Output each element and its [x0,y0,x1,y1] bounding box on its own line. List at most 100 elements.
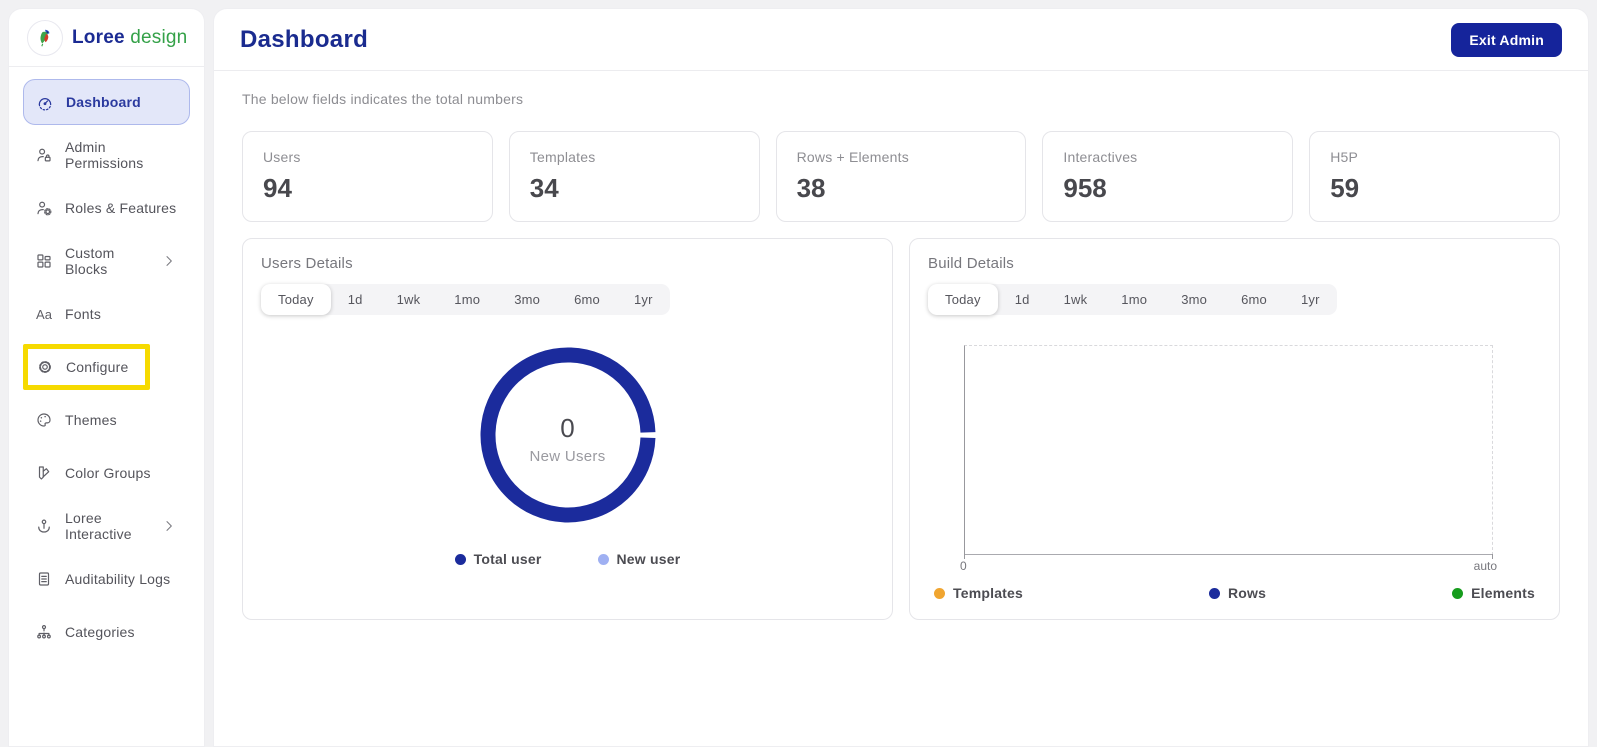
stat-card-users: Users 94 [242,131,493,222]
sidebar-item-categories[interactable]: Categories [23,609,190,655]
brand-header: Loree design [9,9,204,67]
users-details-card: Users Details Today 1d 1wk 1mo 3mo 6mo 1… [242,238,893,620]
sidebar-item-label: Categories [65,624,135,640]
interactive-icon [35,517,53,535]
sidebar-item-label: Color Groups [65,465,151,481]
build-details-card: Build Details Today 1d 1wk 1mo 3mo 6mo 1… [909,238,1560,620]
sidebar-item-label: Fonts [65,306,102,322]
legend-label: Templates [953,585,1024,601]
tab-1mo[interactable]: 1mo [437,284,497,315]
charts-row: Users Details Today 1d 1wk 1mo 3mo 6mo 1… [214,222,1588,620]
sidebar: Loree design Dashboard Admin Permissions… [8,8,205,747]
x-axis-label-max: auto [1473,559,1497,573]
tab-1d[interactable]: 1d [331,284,380,315]
tab-1yr[interactable]: 1yr [1284,284,1337,315]
stat-value: 958 [1063,173,1107,203]
templates-dot-icon [934,587,945,599]
fonts-icon: Aa [36,306,52,322]
elements-dot-icon [1452,587,1464,599]
users-details-tabbar: Today 1d 1wk 1mo 3mo 6mo 1yr [261,284,670,315]
stat-card-interactives: Interactives 958 [1042,131,1294,222]
sidebar-item-fonts[interactable]: Aa Fonts [23,291,190,337]
tab-today[interactable]: Today [928,284,998,315]
sidebar-item-configure[interactable]: Configure [23,344,150,390]
legend-label: New user [616,551,681,567]
sidebar-item-dashboard[interactable]: Dashboard [23,79,190,125]
sidebar-item-loree-interactive[interactable]: Loree Interactive [23,503,190,549]
tab-6mo[interactable]: 6mo [1224,284,1284,315]
stat-value: 59 [1330,173,1360,203]
users-legend: Total user New user [261,551,874,567]
swatches-icon [35,464,53,482]
main-panel: Dashboard Exit Admin The below fields in… [213,8,1589,747]
sidebar-item-admin-permissions[interactable]: Admin Permissions [23,132,190,178]
stat-label: Templates [529,149,596,165]
main-header: Dashboard Exit Admin [214,9,1588,71]
page-title: Dashboard [240,26,369,53]
tab-6mo[interactable]: 6mo [557,284,617,315]
build-chart-plot [964,345,1493,559]
tab-3mo[interactable]: 3mo [497,284,557,315]
sidebar-nav: Dashboard Admin Permissions Roles & Feat… [9,67,204,655]
tab-1wk[interactable]: 1wk [1047,284,1105,315]
x-axis-tick [964,554,965,559]
user-lock-icon [35,146,53,164]
stat-card-templates: Templates 34 [508,131,760,222]
sidebar-item-custom-blocks[interactable]: Custom Blocks [23,238,190,284]
sidebar-item-label: Loree Interactive [65,510,132,542]
legend-item-templates: Templates [934,585,1023,601]
stat-value: 94 [263,173,292,203]
x-axis-tick [1492,554,1493,559]
tab-1d[interactable]: 1d [998,284,1047,315]
x-axis-label-min: 0 [960,559,967,573]
stat-label: Interactives [1063,149,1138,165]
sidebar-item-auditability-logs[interactable]: Auditability Logs [23,556,190,602]
sidebar-item-label: Auditability Logs [65,571,171,587]
users-donut-chart: 0 New Users [261,341,874,529]
legend-label: Elements [1471,585,1535,601]
rows-dot-icon [1209,587,1220,599]
gear-icon [36,358,54,376]
sidebar-item-label: Admin Permissions [65,139,144,171]
build-chart-x-labels: 0 auto [960,559,1497,573]
legend-label: Rows [1228,585,1267,601]
legend-label: Total user [473,551,542,567]
donut-ring [480,347,655,523]
logs-icon [35,570,53,588]
sidebar-item-themes[interactable]: Themes [23,397,190,443]
gauge-icon [36,93,54,111]
sidebar-item-label: Roles & Features [65,200,177,216]
chevron-right-icon [160,252,178,270]
user-gear-icon [35,199,53,217]
sidebar-item-roles-features[interactable]: Roles & Features [23,185,190,231]
sidebar-item-label: Dashboard [66,94,141,110]
brand-name-secondary: design [130,27,188,48]
stat-value: 38 [796,173,826,203]
users-details-title: Users Details [261,255,353,272]
tab-1mo[interactable]: 1mo [1104,284,1164,315]
chevron-right-icon [160,517,178,535]
page-subtitle: The below fields indicates the total num… [242,91,524,107]
tab-1wk[interactable]: 1wk [380,284,438,315]
legend-item-rows: Rows [1209,585,1266,601]
exit-admin-button[interactable]: Exit Admin [1451,23,1562,57]
sidebar-item-label: Configure [66,359,129,375]
build-details-tabbar: Today 1d 1wk 1mo 3mo 6mo 1yr [928,284,1337,315]
tab-1yr[interactable]: 1yr [617,284,670,315]
sidebar-item-label: Themes [65,412,117,428]
legend-item-new-user: New user [597,551,681,567]
total-user-dot-icon [454,553,466,565]
blocks-icon [35,252,53,270]
tab-3mo[interactable]: 3mo [1164,284,1224,315]
sidebar-item-color-groups[interactable]: Color Groups [23,450,190,496]
legend-item-total-user: Total user [454,551,542,567]
stat-label: H5P [1330,149,1359,165]
stat-label: Users [263,149,301,165]
new-user-dot-icon [597,553,609,565]
parrot-icon [27,20,63,56]
build-legend: Templates Rows Elements [934,585,1535,601]
stat-value: 34 [529,173,559,203]
tab-today[interactable]: Today [261,284,331,315]
sidebar-item-label: Custom Blocks [65,245,115,277]
palette-icon [35,411,53,429]
